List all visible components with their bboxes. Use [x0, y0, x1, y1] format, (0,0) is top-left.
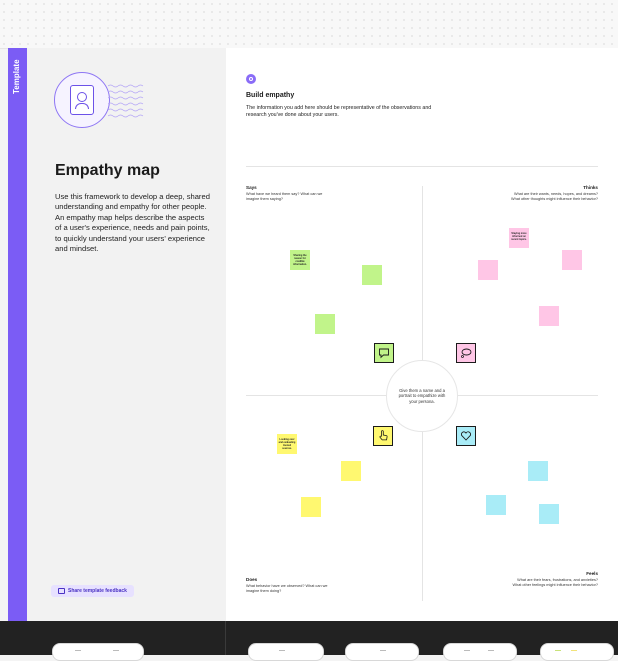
- sticky-note[interactable]: [539, 306, 559, 326]
- does-prompt: What behavior have we observed? What can…: [246, 584, 328, 593]
- step-icon: [246, 74, 256, 84]
- sticky-note[interactable]: [315, 314, 335, 334]
- sticky-note[interactable]: [562, 250, 582, 270]
- feels-label: Feels: [586, 571, 598, 576]
- template-thumbnail[interactable]: [345, 643, 419, 661]
- sticky-note[interactable]: [301, 497, 321, 517]
- template-tab-label: Template: [12, 59, 21, 94]
- wave-decoration-icon: [108, 84, 144, 118]
- feels-prompt: What are their fears, frustrations, and …: [512, 578, 598, 587]
- sticky-note[interactable]: [341, 461, 361, 481]
- heart-icon: [456, 426, 476, 446]
- step-description: The information you add here should be r…: [246, 105, 432, 118]
- bottom-divider: [225, 621, 226, 655]
- template-thumbnail[interactable]: [52, 643, 144, 661]
- bottom-template-strip: [0, 621, 618, 661]
- says-label: Says: [246, 185, 257, 190]
- top-toolbar-area: [0, 0, 618, 49]
- sticky-note[interactable]: Staying more informed on recent topics.: [509, 228, 529, 248]
- sticky-note[interactable]: Sharing the reason for credible informat…: [290, 250, 310, 270]
- thought-bubble-icon: [456, 343, 476, 363]
- sticky-note[interactable]: [478, 260, 498, 280]
- template-description: Use this framework to develop a deep, sh…: [55, 192, 210, 254]
- template-tab[interactable]: Template: [8, 48, 27, 621]
- sticky-note[interactable]: Looking over and evaluating trusted sour…: [277, 434, 297, 454]
- sticky-note[interactable]: [539, 504, 559, 524]
- sticky-note[interactable]: [486, 495, 506, 515]
- speech-bubble-icon: [374, 343, 394, 363]
- does-label: Does: [246, 577, 258, 582]
- feedback-icon: [58, 588, 65, 594]
- sticky-note[interactable]: [528, 461, 548, 481]
- template-thumbnail[interactable]: [443, 643, 517, 661]
- sticky-note-text: Sharing the reason for credible informat…: [293, 254, 307, 266]
- person-portrait-icon: [54, 72, 110, 128]
- sticky-note-text: Looking over and evaluating trusted sour…: [278, 438, 296, 450]
- template-info-panel: Template Empathy map Use this framework …: [8, 48, 227, 621]
- sticky-note[interactable]: [362, 265, 382, 285]
- template-thumbnail[interactable]: [540, 643, 614, 661]
- share-feedback-label: Share template feedback: [68, 588, 127, 594]
- step-title: Build empathy: [246, 92, 295, 99]
- template-thumbnail[interactable]: [248, 643, 324, 661]
- template-title: Empathy map: [55, 162, 160, 179]
- persona-portrait-circle[interactable]: Give them a name and a portrait to empat…: [386, 360, 458, 432]
- header-divider: [246, 166, 598, 167]
- pointing-hand-icon: [373, 426, 393, 446]
- persona-prompt: Give them a name and a portrait to empat…: [398, 387, 446, 404]
- says-prompt: What have we heard them say? What can we…: [246, 192, 323, 201]
- empathy-map-board[interactable]: Build empathy The information you add he…: [226, 48, 618, 621]
- sticky-note-text: Staying more informed on recent topics.: [511, 232, 527, 241]
- thinks-label: Thinks: [583, 185, 598, 190]
- share-feedback-button[interactable]: Share template feedback: [51, 585, 134, 597]
- thinks-prompt: What are their wants, needs, hopes, and …: [511, 192, 598, 201]
